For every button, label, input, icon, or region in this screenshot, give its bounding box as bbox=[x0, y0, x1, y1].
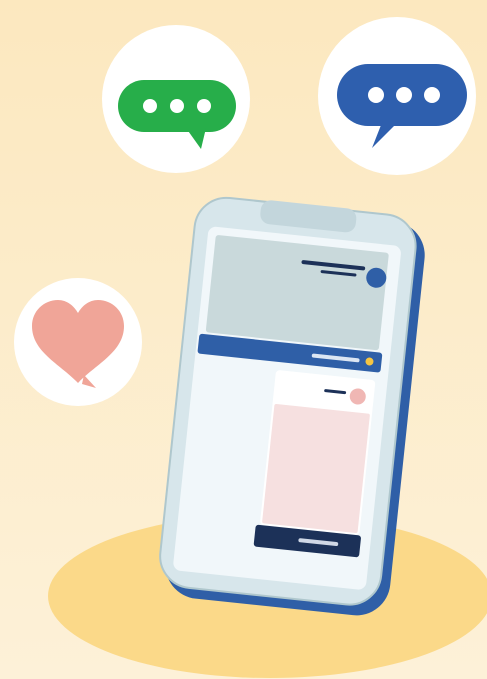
screen-header bbox=[205, 235, 389, 351]
illustration bbox=[0, 0, 487, 679]
smartphone-icon bbox=[159, 196, 425, 616]
blue-chat-bubble-icon bbox=[318, 17, 476, 175]
green-chat-bubble-icon bbox=[102, 25, 250, 173]
heart-icon bbox=[14, 278, 142, 406]
pink-card-body bbox=[262, 404, 370, 534]
